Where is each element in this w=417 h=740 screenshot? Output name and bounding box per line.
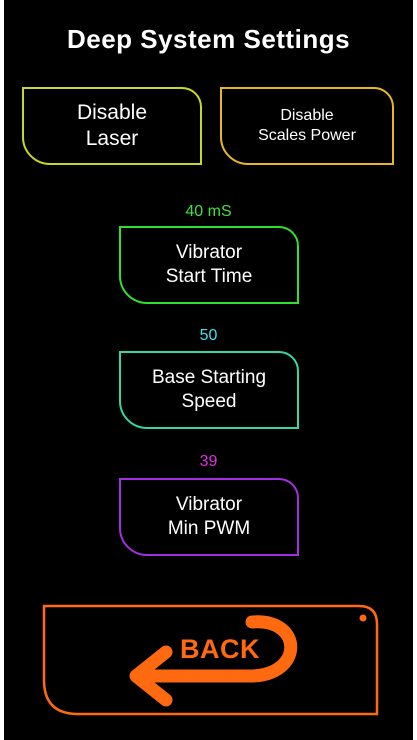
base-starting-speed-button[interactable]: Base Starting Speed — [119, 351, 299, 429]
disable-laser-button[interactable]: Disable Laser — [22, 87, 202, 165]
disable-scales-power-label: Disable Scales Power — [258, 107, 356, 144]
disable-scales-power-button[interactable]: Disable Scales Power — [220, 87, 394, 165]
vibrator-min-pwm-value: 39 — [199, 453, 218, 470]
base-starting-speed-value: 50 — [199, 327, 218, 344]
vibrator-start-time-button[interactable]: Vibrator Start Time — [119, 226, 299, 304]
back-button[interactable]: BACK — [42, 604, 379, 716]
vibrator-min-pwm-button[interactable]: Vibrator Min PWM — [119, 478, 299, 556]
disable-laser-label: Disable Laser — [76, 100, 148, 150]
vibrator-start-time-label: Vibrator Start Time — [165, 242, 253, 287]
vibrator-start-time-value: 40 mS — [185, 203, 232, 220]
back-label: BACK — [180, 634, 260, 664]
page-title: Deep System Settings — [66, 24, 351, 54]
vibrator-min-pwm-label: Vibrator Min PWM — [167, 494, 251, 539]
base-starting-speed-label: Base Starting Speed — [151, 367, 267, 412]
